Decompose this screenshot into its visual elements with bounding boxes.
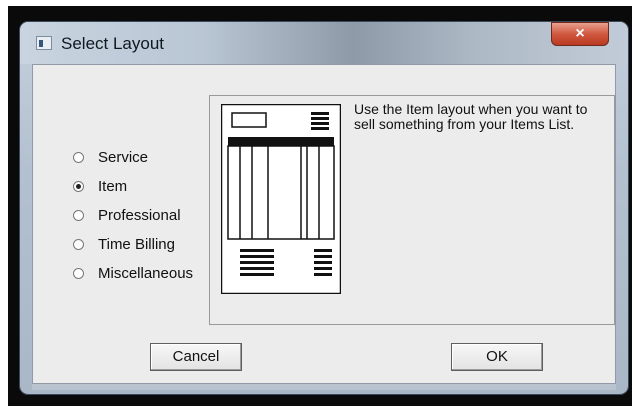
app-window-icon	[36, 36, 52, 50]
radio-option-service[interactable]: Service	[73, 143, 193, 172]
radio-button-icon[interactable]	[73, 268, 84, 279]
item-layout-preview-icon	[221, 104, 341, 294]
ok-button[interactable]: OK	[451, 343, 543, 371]
cancel-button[interactable]: Cancel	[150, 343, 242, 371]
screenshot-stage: Select Layout × Service Item Professiona…	[0, 0, 632, 409]
title-bar[interactable]: Select Layout ×	[20, 22, 628, 64]
radio-button-icon[interactable]	[73, 210, 84, 221]
radio-label: Miscellaneous	[98, 265, 194, 282]
layout-preview-panel: Use the Item layout when you want to sel…	[209, 95, 615, 325]
radio-button-icon[interactable]	[73, 152, 84, 163]
radio-label: Service	[98, 149, 149, 166]
window-bottom-frame	[32, 384, 616, 390]
layout-radio-group: Service Item Professional Time Billing M…	[73, 143, 193, 288]
radio-label: Time Billing	[98, 236, 175, 253]
radio-button-icon[interactable]	[73, 239, 84, 250]
radio-button-selected-icon[interactable]	[73, 181, 84, 192]
dialog-client-area: Service Item Professional Time Billing M…	[32, 64, 616, 384]
radio-label: Item	[98, 178, 128, 195]
window-title: Select Layout	[61, 34, 165, 53]
radio-label: Professional	[98, 207, 181, 224]
radio-option-professional[interactable]: Professional	[73, 201, 193, 230]
radio-option-miscellaneous[interactable]: Miscellaneous	[73, 259, 193, 288]
select-layout-dialog: Select Layout × Service Item Professiona…	[20, 22, 628, 394]
radio-option-item[interactable]: Item	[73, 172, 193, 201]
close-button[interactable]: ×	[551, 22, 609, 46]
radio-option-time-billing[interactable]: Time Billing	[73, 230, 193, 259]
layout-description: Use the Item layout when you want to sel…	[354, 101, 588, 132]
